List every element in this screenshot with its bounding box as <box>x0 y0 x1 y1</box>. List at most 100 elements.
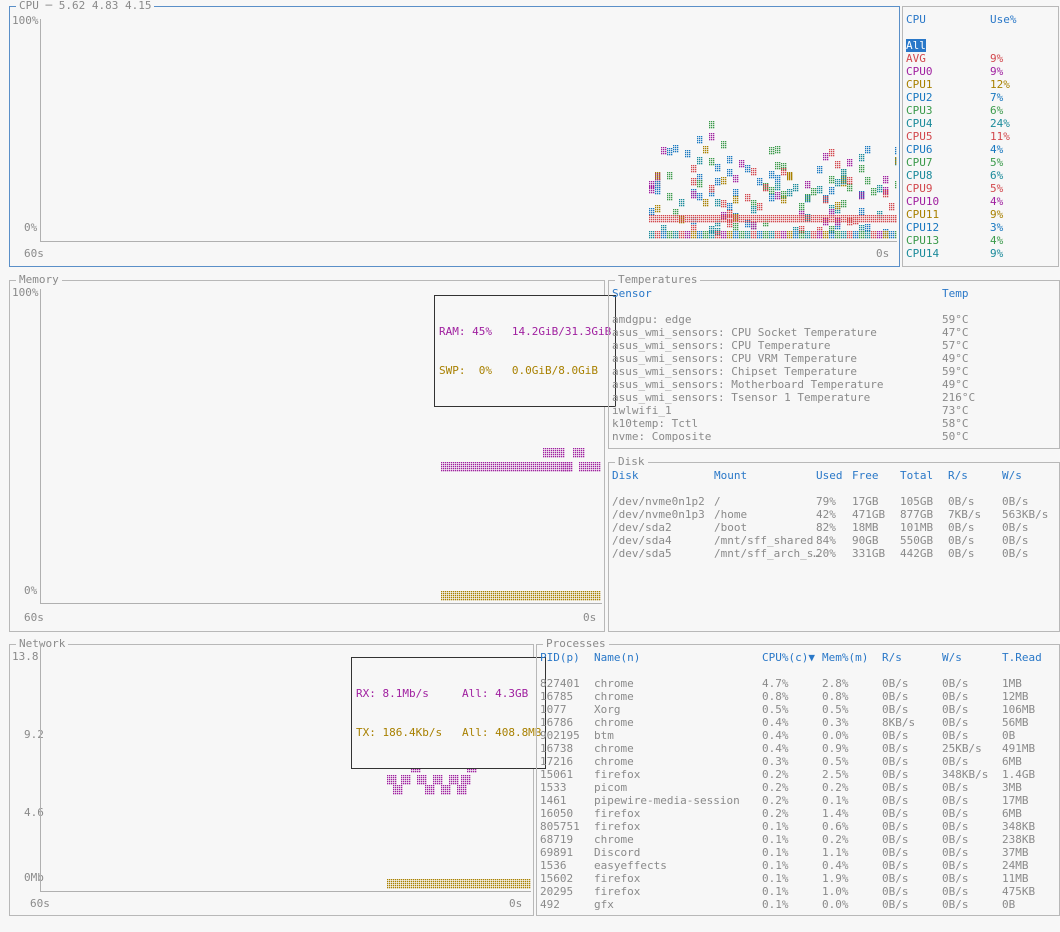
proc-mem: 1.9% <box>822 872 849 885</box>
cpu-list-header-use[interactable]: Use% <box>990 13 1017 26</box>
temperatures-panel[interactable]: Temperatures Sensor Temp amdgpu: edge 59°… <box>608 273 1060 449</box>
proc-write-rate: 0B/s <box>942 677 969 690</box>
cpu-series-mark <box>781 191 787 199</box>
proc-read-rate: 0B/s <box>882 794 909 807</box>
cpu-series-mark <box>739 160 745 168</box>
cpu-list-use: 12% <box>990 78 1010 91</box>
disk-header-free[interactable]: Free <box>852 469 879 482</box>
proc-name: chrome <box>594 716 634 729</box>
proc-name: firefox <box>594 820 641 833</box>
disk-panel[interactable]: Disk Disk Mount Used Free Total R/s W/s … <box>608 455 1060 632</box>
ram-series-mark <box>543 448 565 458</box>
cpu-list-use: 9% <box>990 65 1004 78</box>
disk-header-mount[interactable]: Mount <box>714 469 747 482</box>
proc-header-cpu[interactable]: CPU%(c)▼ <box>762 651 815 664</box>
proc-pid: 1461 <box>540 794 567 807</box>
cpu-series-mark <box>847 159 853 167</box>
proc-header-name[interactable]: Name(n) <box>594 651 640 664</box>
processes-panel[interactable]: Processes PID(p) Name(n) CPU%(c)▼ Mem%(m… <box>536 637 1060 916</box>
disk-header-ws[interactable]: W/s <box>1002 469 1022 482</box>
disk-total: 877GB <box>900 508 934 521</box>
cpu-series-mark <box>685 150 691 158</box>
proc-cpu: 0.2% <box>762 768 789 781</box>
disk-read-rate: 0B/s <box>948 495 975 508</box>
cpu-graph-panel[interactable]: CPU ─ 5.62 4.83 4.15 100% 0% 60s 0s <box>9 0 900 267</box>
cpu-avg-mark <box>763 215 769 223</box>
cpu-series-mark <box>889 231 895 239</box>
temp-value: 58°C <box>942 417 969 430</box>
cpu-series-mark <box>841 231 847 239</box>
proc-pid: 827401 <box>540 677 580 690</box>
cpu-avg-mark <box>661 215 667 223</box>
cpu-list-header-name[interactable]: CPU <box>906 13 926 26</box>
disk-device: /dev/nvme0n1p2 <box>612 495 705 508</box>
temp-sensor-name: asus_wmi_sensors: CPU Socket Temperature <box>612 326 877 339</box>
cpu-series-mark <box>661 147 667 155</box>
cpu-series-mark <box>649 231 655 239</box>
proc-header-tread[interactable]: T.Read <box>1002 651 1042 664</box>
proc-write-rate: 0B/s <box>942 885 969 898</box>
temp-sensor-name: asus_wmi_sensors: Motherboard Temperatur… <box>612 378 884 391</box>
temp-sensor-name: asus_wmi_sensors: Chipset Temperature <box>612 365 858 378</box>
proc-header-ws[interactable]: W/s <box>942 651 962 664</box>
cpu-title: CPU <box>19 0 39 12</box>
disk-header-used[interactable]: Used <box>816 469 843 482</box>
cpu-list-use: 4% <box>990 143 1004 156</box>
disk-write-rate: 0B/s <box>1002 495 1029 508</box>
disk-write-rate: 0B/s <box>1002 547 1029 560</box>
disk-mount: /boot <box>714 521 748 534</box>
proc-header-pid[interactable]: PID(p) <box>540 651 580 664</box>
proc-header-rs[interactable]: R/s <box>882 651 902 664</box>
network-panel[interactable]: Network 13.8 9.2 4.6 0Mb RX: 8.1Mb/s All… <box>9 637 547 916</box>
cpu-series-mark <box>859 231 865 239</box>
proc-cpu: 0.8% <box>762 690 789 703</box>
cpu-series-mark <box>691 178 697 186</box>
disk-read-rate: 0B/s <box>948 534 975 547</box>
proc-name: chrome <box>594 677 634 690</box>
cpu-list-all[interactable]: All <box>906 39 926 52</box>
cpu-series-mark <box>859 165 865 173</box>
cpu-series-mark <box>715 178 721 186</box>
cpu-usage-chart <box>649 121 897 239</box>
cpu-series-mark <box>775 183 781 191</box>
cpu-series-mark <box>745 231 751 239</box>
cpu-list-name: CPU8 <box>906 169 933 182</box>
disk-free: 18MB <box>852 521 879 534</box>
cpu-list-all-row[interactable]: All <box>906 39 926 52</box>
cpu-list-use: 3% <box>990 221 1004 234</box>
cpu-series-mark <box>877 185 883 193</box>
proc-write-rate: 0B/s <box>942 820 969 833</box>
proc-mem: 0.2% <box>822 833 849 846</box>
proc-mem: 0.2% <box>822 781 849 794</box>
temp-header-sensor[interactable]: Sensor <box>612 287 652 300</box>
cpu-series-mark <box>757 178 763 186</box>
cpu-series-mark <box>697 180 703 188</box>
cpu-series-mark <box>835 161 841 169</box>
cpu-list-name: CPU14 <box>906 247 940 260</box>
cpu-series-mark <box>853 231 859 239</box>
cpu-series-mark <box>709 121 715 129</box>
proc-mem: 2.5% <box>822 768 849 781</box>
cpu-list-panel[interactable]: CPU Use% All AVG 9% CPU0 9% CPU1 12% CPU2 7% CPU… <box>902 6 1059 267</box>
temp-header-temp[interactable]: Temp <box>942 287 969 300</box>
disk-header-rs[interactable]: R/s <box>948 469 968 482</box>
cpu-series-mark <box>883 231 889 239</box>
disk-header-total[interactable]: Total <box>900 469 933 482</box>
proc-write-rate: 0B/s <box>942 846 969 859</box>
cpu-series-mark <box>649 186 655 194</box>
proc-total-read: 37MB <box>1002 846 1029 859</box>
cpu-avg-mark <box>751 215 757 223</box>
cpu-series-mark <box>673 145 679 153</box>
rx-series-mark <box>387 775 397 785</box>
proc-read-rate: 0B/s <box>882 703 909 716</box>
cpu-series-mark <box>751 206 757 214</box>
memory-legend: RAM: 45% 14.2GiB/31.3GiB SWP: 0% 0.0GiB/… <box>434 295 617 407</box>
cpu-avg-mark <box>871 215 877 223</box>
cpu-panel-title: CPU ─ 5.62 4.83 4.15 <box>16 0 155 13</box>
proc-cpu: 0.2% <box>762 807 789 820</box>
disk-header-disk[interactable]: Disk <box>612 469 639 482</box>
proc-header-mem[interactable]: Mem%(m) <box>822 651 868 664</box>
memory-panel[interactable]: Memory 100% 0% RAM: 45% 14.2GiB/31.3GiB … <box>9 273 617 632</box>
cpu-series-mark <box>847 231 853 239</box>
cpu-series-mark <box>775 175 781 183</box>
